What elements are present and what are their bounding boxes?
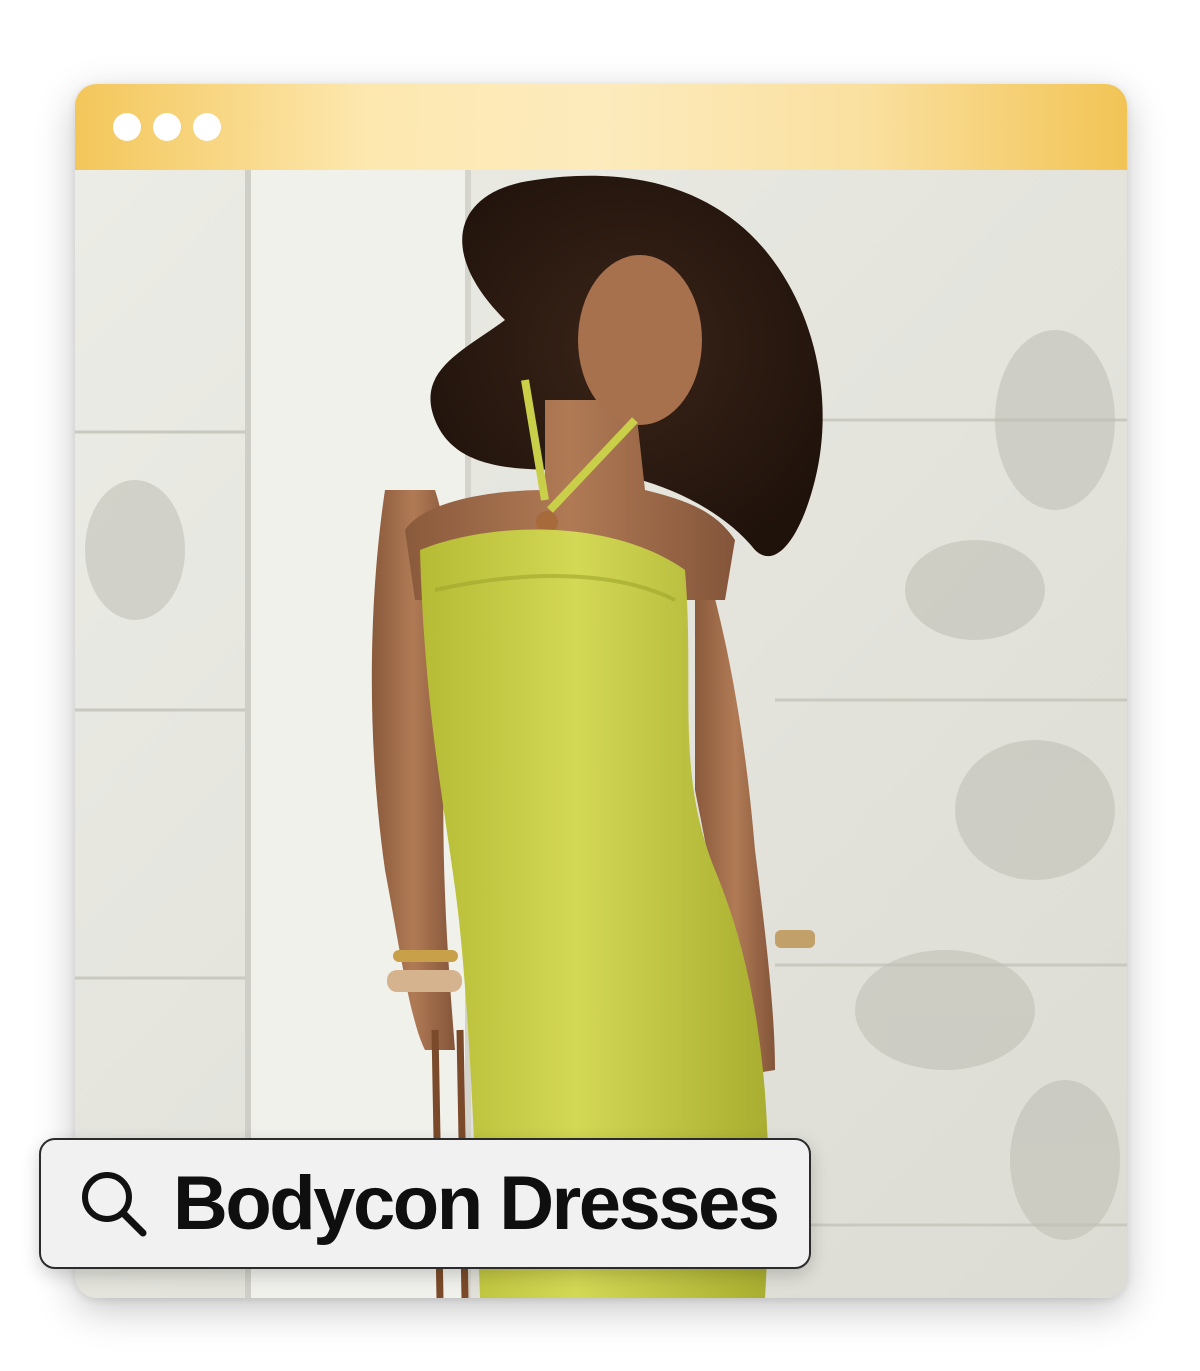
stage: Bodycon Dresses [0,0,1200,1371]
dress-photo-illustration [75,170,1127,1298]
title-bar [75,84,1127,170]
window-controls [113,113,221,141]
window-dot-1[interactable] [113,113,141,141]
window-dot-3[interactable] [193,113,221,141]
product-photo [75,170,1127,1298]
search-icon [82,1171,147,1236]
search-query[interactable]: Bodycon Dresses [173,1165,780,1242]
window-dot-2[interactable] [153,113,181,141]
browser-window [75,84,1127,1298]
search-bar[interactable]: Bodycon Dresses [39,1138,811,1269]
